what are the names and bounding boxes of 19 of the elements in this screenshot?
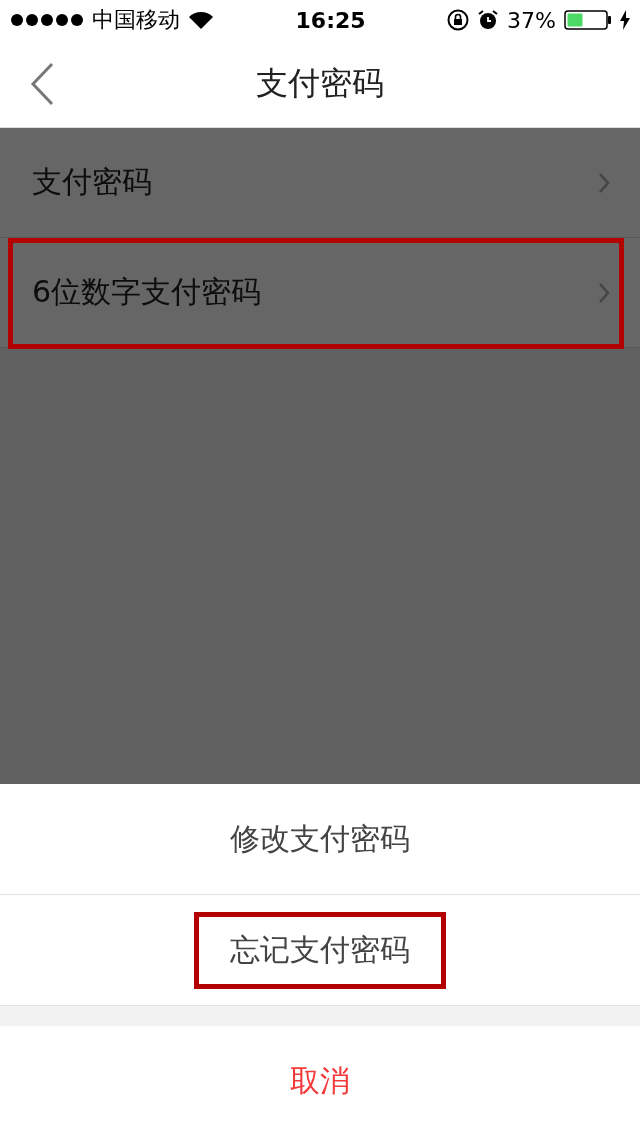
cancel-button[interactable]: 取消 [0,1026,640,1136]
chevron-icon [598,171,610,194]
settings-row[interactable]: 6位数字支付密码 [0,238,640,348]
alarm-icon [477,9,500,31]
signal-icon [10,13,84,27]
row-label: 6位数字支付密码 [32,273,263,311]
battery-icon [564,10,612,30]
charging-icon [620,10,630,30]
page-title: 支付密码 [256,62,384,104]
sheet-option[interactable]: 忘记支付密码 [0,895,640,1006]
clock-time: 16:25 [295,7,366,33]
wifi-icon [188,10,214,30]
row-label: 支付密码 [32,163,153,201]
battery-percent: 37% [507,7,556,33]
chevron-icon [598,281,610,304]
settings-row[interactable]: 支付密码 [0,128,640,238]
carrier-name: 中国移动 [92,6,180,34]
rotation-lock-icon [447,9,470,31]
sheet-option[interactable]: 修改支付密码 [0,784,640,895]
